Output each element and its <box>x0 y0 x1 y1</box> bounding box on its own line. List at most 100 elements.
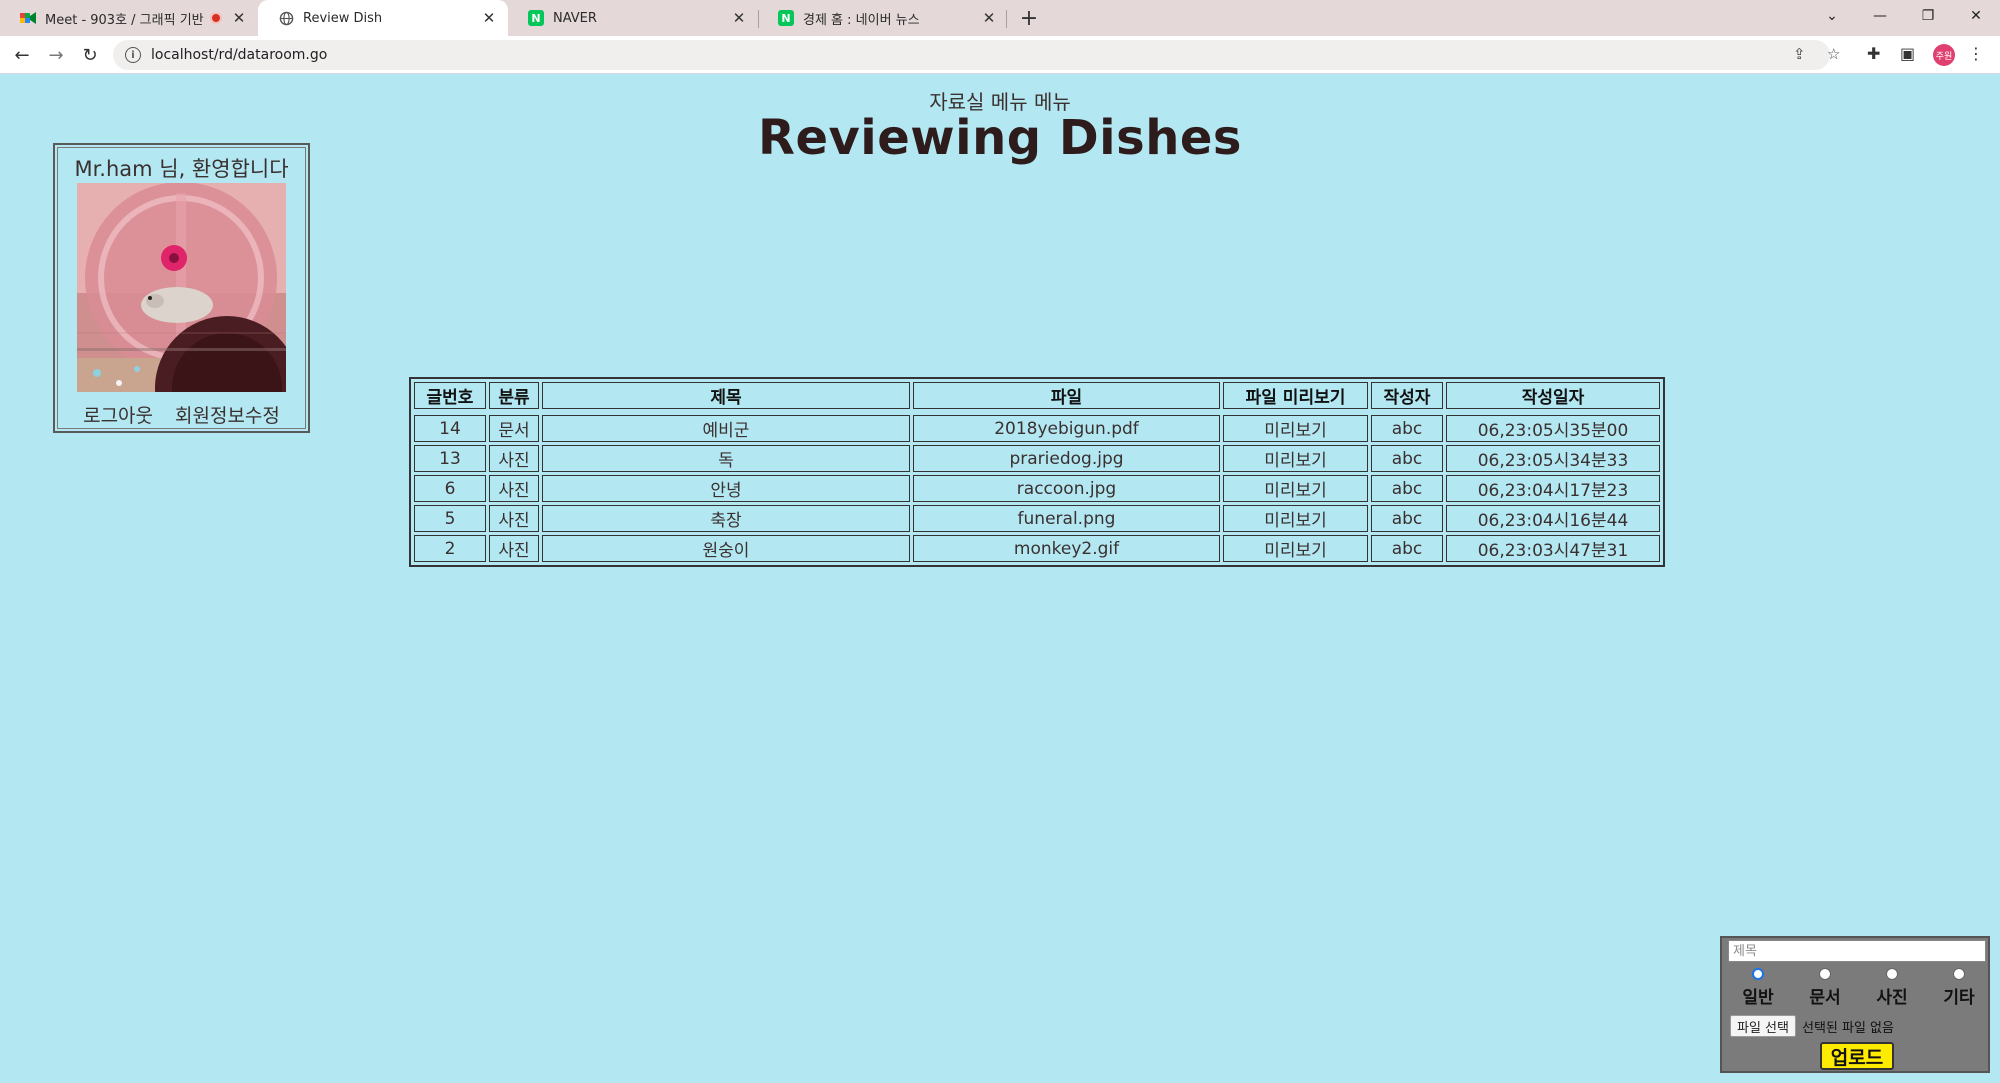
cell-number: 5 <box>414 505 486 532</box>
col-header-title: 제목 <box>542 382 910 409</box>
radio-button[interactable] <box>1819 968 1831 980</box>
table-row[interactable]: 6 사진 안녕 raccoon.jpg 미리보기 abc 06,23:04시17… <box>414 475 1660 502</box>
tab-title: Review Dish <box>303 10 383 26</box>
extensions-icon[interactable]: ✚ <box>1867 44 1880 63</box>
more-menu-icon[interactable]: ⋮ <box>1968 44 1984 63</box>
radio-button[interactable] <box>1752 968 1764 980</box>
tab-search-icon[interactable]: ⌄ <box>1810 0 1854 32</box>
user-avatar-image <box>77 183 286 392</box>
address-bar[interactable]: i localhost/rd/dataroom.go <box>113 40 1830 70</box>
radio-label: 일반 <box>1742 988 1774 1008</box>
title-input[interactable] <box>1728 940 1986 962</box>
cell-date: 06,23:05시34분33 <box>1446 445 1660 472</box>
cell-preview[interactable]: 미리보기 <box>1223 445 1368 472</box>
radio-photo[interactable]: 사진 <box>1867 968 1917 1008</box>
table-row[interactable]: 5 사진 축장 funeral.png 미리보기 abc 06,23:04시16… <box>414 505 1660 532</box>
naver-icon: N <box>528 10 544 26</box>
cell-date: 06,23:04시16분44 <box>1446 505 1660 532</box>
col-header-date: 작성일자 <box>1446 382 1660 409</box>
close-icon[interactable]: ✕ <box>480 9 498 27</box>
cell-preview[interactable]: 미리보기 <box>1223 535 1368 562</box>
close-icon[interactable]: ✕ <box>730 9 748 27</box>
radio-other[interactable]: 기타 <box>1934 968 1984 1008</box>
cell-date: 06,23:03시47분31 <box>1446 535 1660 562</box>
site-info-icon[interactable]: i <box>125 47 141 63</box>
cell-author: abc <box>1371 475 1443 502</box>
globe-icon <box>278 10 294 26</box>
logout-link[interactable]: 로그아웃 <box>83 401 153 428</box>
side-panel-icon[interactable]: ▣ <box>1900 44 1915 63</box>
cell-file[interactable]: monkey2.gif <box>913 535 1220 562</box>
recording-icon <box>210 12 222 24</box>
window-close-icon[interactable]: ✕ <box>1954 0 1998 32</box>
radio-label: 문서 <box>1809 988 1841 1008</box>
tab-meet[interactable]: Meet - 903호 / 그래픽 기반 ✕ <box>0 0 258 36</box>
table-row[interactable]: 13 사진 독 prariedog.jpg 미리보기 abc 06,23:05시… <box>414 445 1660 472</box>
table-row[interactable]: 2 사진 원숭이 monkey2.gif 미리보기 abc 06,23:03시4… <box>414 535 1660 562</box>
col-header-category: 분류 <box>489 382 539 409</box>
cell-title[interactable]: 예비군 <box>542 415 910 442</box>
upload-button[interactable]: 업로드 <box>1820 1042 1894 1070</box>
welcome-message: Mr.ham 님, 환영합니다 <box>74 157 289 181</box>
tab-divider <box>1006 10 1007 28</box>
cell-author: abc <box>1371 445 1443 472</box>
cell-category: 사진 <box>489 535 539 562</box>
restore-icon[interactable]: ❐ <box>1906 0 1950 32</box>
minimize-icon[interactable]: — <box>1858 0 1902 32</box>
close-icon[interactable]: ✕ <box>980 9 998 27</box>
cell-preview[interactable]: 미리보기 <box>1223 505 1368 532</box>
cell-title[interactable]: 축장 <box>542 505 910 532</box>
cell-file[interactable]: raccoon.jpg <box>913 475 1220 502</box>
cell-file[interactable]: 2018yebigun.pdf <box>913 415 1220 442</box>
col-header-number: 글번호 <box>414 382 486 409</box>
cell-file[interactable]: prariedog.jpg <box>913 445 1220 472</box>
cell-title[interactable]: 원숭이 <box>542 535 910 562</box>
radio-document[interactable]: 문서 <box>1800 968 1850 1008</box>
cell-title[interactable]: 독 <box>542 445 910 472</box>
cell-file[interactable]: funeral.png <box>913 505 1220 532</box>
tab-review-dish[interactable]: Review Dish ✕ <box>258 0 508 36</box>
cell-author: abc <box>1371 535 1443 562</box>
back-icon[interactable]: ← <box>9 42 35 68</box>
profile-avatar[interactable]: 주원 <box>1933 44 1955 66</box>
user-links: 로그아웃 회원정보수정 <box>55 401 308 428</box>
cell-category: 문서 <box>489 415 539 442</box>
reload-icon[interactable]: ↻ <box>77 42 103 68</box>
cell-category: 사진 <box>489 445 539 472</box>
cell-number: 13 <box>414 445 486 472</box>
choose-file-button[interactable]: 파일 선택 <box>1730 1015 1796 1037</box>
tab-title: NAVER <box>553 10 597 26</box>
cell-author: abc <box>1371 505 1443 532</box>
cell-preview[interactable]: 미리보기 <box>1223 415 1368 442</box>
new-tab-button[interactable]: + <box>1016 5 1042 31</box>
cell-author: abc <box>1371 415 1443 442</box>
table-row[interactable]: 14 문서 예비군 2018yebigun.pdf 미리보기 abc 06,23… <box>414 415 1660 442</box>
col-header-file: 파일 <box>913 382 1220 409</box>
edit-profile-link[interactable]: 회원정보수정 <box>175 401 280 428</box>
cell-preview[interactable]: 미리보기 <box>1223 475 1368 502</box>
cell-category: 사진 <box>489 505 539 532</box>
radio-button[interactable] <box>1886 968 1898 980</box>
tab-bar: Meet - 903호 / 그래픽 기반 ✕ Review Dish ✕ N N… <box>0 0 2000 36</box>
tab-naver[interactable]: N NAVER ✕ <box>508 0 758 36</box>
radio-general[interactable]: 일반 <box>1733 968 1783 1008</box>
tab-title: 경제 홈 : 네이버 뉴스 <box>803 12 920 28</box>
close-icon[interactable]: ✕ <box>230 9 248 27</box>
share-icon[interactable]: ⇪ <box>1793 45 1806 63</box>
cell-date: 06,23:05시35분00 <box>1446 415 1660 442</box>
upload-form: 일반 문서 사진 기타 파일 선택 선택된 파일 없음 업로드 <box>1720 936 1990 1073</box>
forward-icon[interactable]: → <box>43 42 69 68</box>
radio-label: 기타 <box>1943 988 1975 1008</box>
cell-date: 06,23:04시17분23 <box>1446 475 1660 502</box>
col-header-author: 작성자 <box>1371 382 1443 409</box>
cell-title[interactable]: 안녕 <box>542 475 910 502</box>
naver-icon: N <box>778 10 794 26</box>
tab-naver-news[interactable]: N 경제 홈 : 네이버 뉴스 ✕ <box>758 0 1008 36</box>
cell-number: 2 <box>414 535 486 562</box>
table-header-row: 글번호 분류 제목 파일 파일 미리보기 작성자 작성일자 <box>414 382 1660 409</box>
category-radio-group: 일반 문서 사진 기타 <box>1722 968 1988 1008</box>
radio-button[interactable] <box>1953 968 1965 980</box>
bookmark-star-icon[interactable]: ☆ <box>1827 45 1840 63</box>
file-chooser: 파일 선택 선택된 파일 없음 <box>1730 1015 1894 1037</box>
url-text: localhost/rd/dataroom.go <box>151 47 328 63</box>
